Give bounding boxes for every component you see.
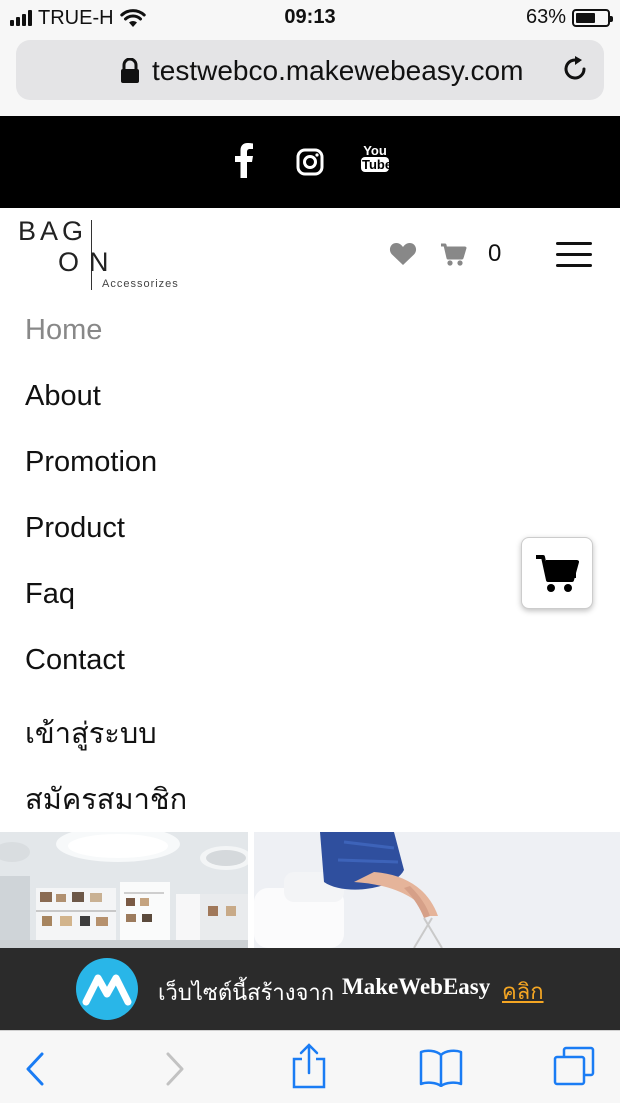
battery-icon (572, 8, 613, 27)
model-photo-illustration (254, 832, 620, 948)
menu-item[interactable]: Promotion (25, 446, 157, 479)
status-bar: TRUE-H 09:13 63% (0, 0, 620, 36)
social-bar: You Tube (0, 116, 620, 208)
menu-item[interactable]: เข้าสู่ระบบ (25, 710, 157, 756)
makewebeasy-brand: MakeWebEasy (342, 974, 491, 999)
model-photo-image (254, 832, 620, 948)
cart-icon (536, 555, 579, 592)
wishlist-heart-icon[interactable] (389, 242, 417, 266)
menu-item[interactable]: About (25, 380, 101, 413)
floating-cart-button[interactable] (521, 537, 593, 609)
youtube-label-top: You (363, 143, 387, 158)
tabs-icon[interactable] (552, 1045, 596, 1087)
reload-icon[interactable] (560, 54, 590, 84)
forward-icon[interactable] (164, 1051, 186, 1087)
makewebeasy-click-link[interactable]: คลิก (502, 974, 544, 1009)
menu-item[interactable]: Home (25, 314, 102, 347)
url-text[interactable]: testwebco.makewebeasy.com (152, 55, 523, 87)
store-interior-image (0, 832, 248, 948)
address-bar[interactable]: testwebco.makewebeasy.com (16, 40, 604, 100)
battery-percent: 63% (525, 6, 566, 28)
cart-count[interactable]: 0 (488, 240, 501, 268)
battery-tip (610, 15, 613, 22)
logo-line1: BAG (18, 216, 88, 246)
makewebeasy-caption: เว็บไซต์นี้สร้างจาก (158, 980, 335, 1005)
cart-icon[interactable] (441, 243, 467, 267)
status-right: 63% (525, 6, 613, 29)
youtube-label-bottom: Tube (361, 157, 393, 172)
browser-toolbar (0, 1030, 620, 1103)
lock-icon (121, 58, 139, 83)
bagon-logo[interactable]: BAG ON Accessorizes (18, 214, 198, 294)
youtube-icon[interactable]: You Tube (361, 143, 393, 172)
hamburger-menu-icon[interactable] (556, 240, 592, 268)
bookmarks-icon[interactable] (418, 1047, 464, 1087)
facebook-icon[interactable] (234, 142, 254, 178)
menu-item[interactable]: Contact (25, 644, 125, 677)
menu-item[interactable]: Faq (25, 578, 75, 611)
share-icon[interactable] (290, 1043, 328, 1089)
makewebeasy-logo-icon (76, 958, 138, 1020)
browser-url-area: testwebco.makewebeasy.com (0, 36, 620, 116)
back-icon[interactable] (24, 1051, 46, 1087)
makewebeasy-banner: เว็บไซต์นี้สร้างจาก MakeWebEasy คลิก (0, 948, 620, 1030)
logo-line2: ON (58, 247, 119, 277)
battery-fill (576, 12, 595, 23)
logo-subtitle: Accessorizes (102, 278, 179, 290)
menu-item[interactable]: สมัครสมาชิก (25, 776, 187, 822)
menu-item[interactable]: Product (25, 512, 125, 545)
instagram-icon[interactable] (296, 148, 324, 176)
store-interior-illustration (0, 832, 248, 948)
